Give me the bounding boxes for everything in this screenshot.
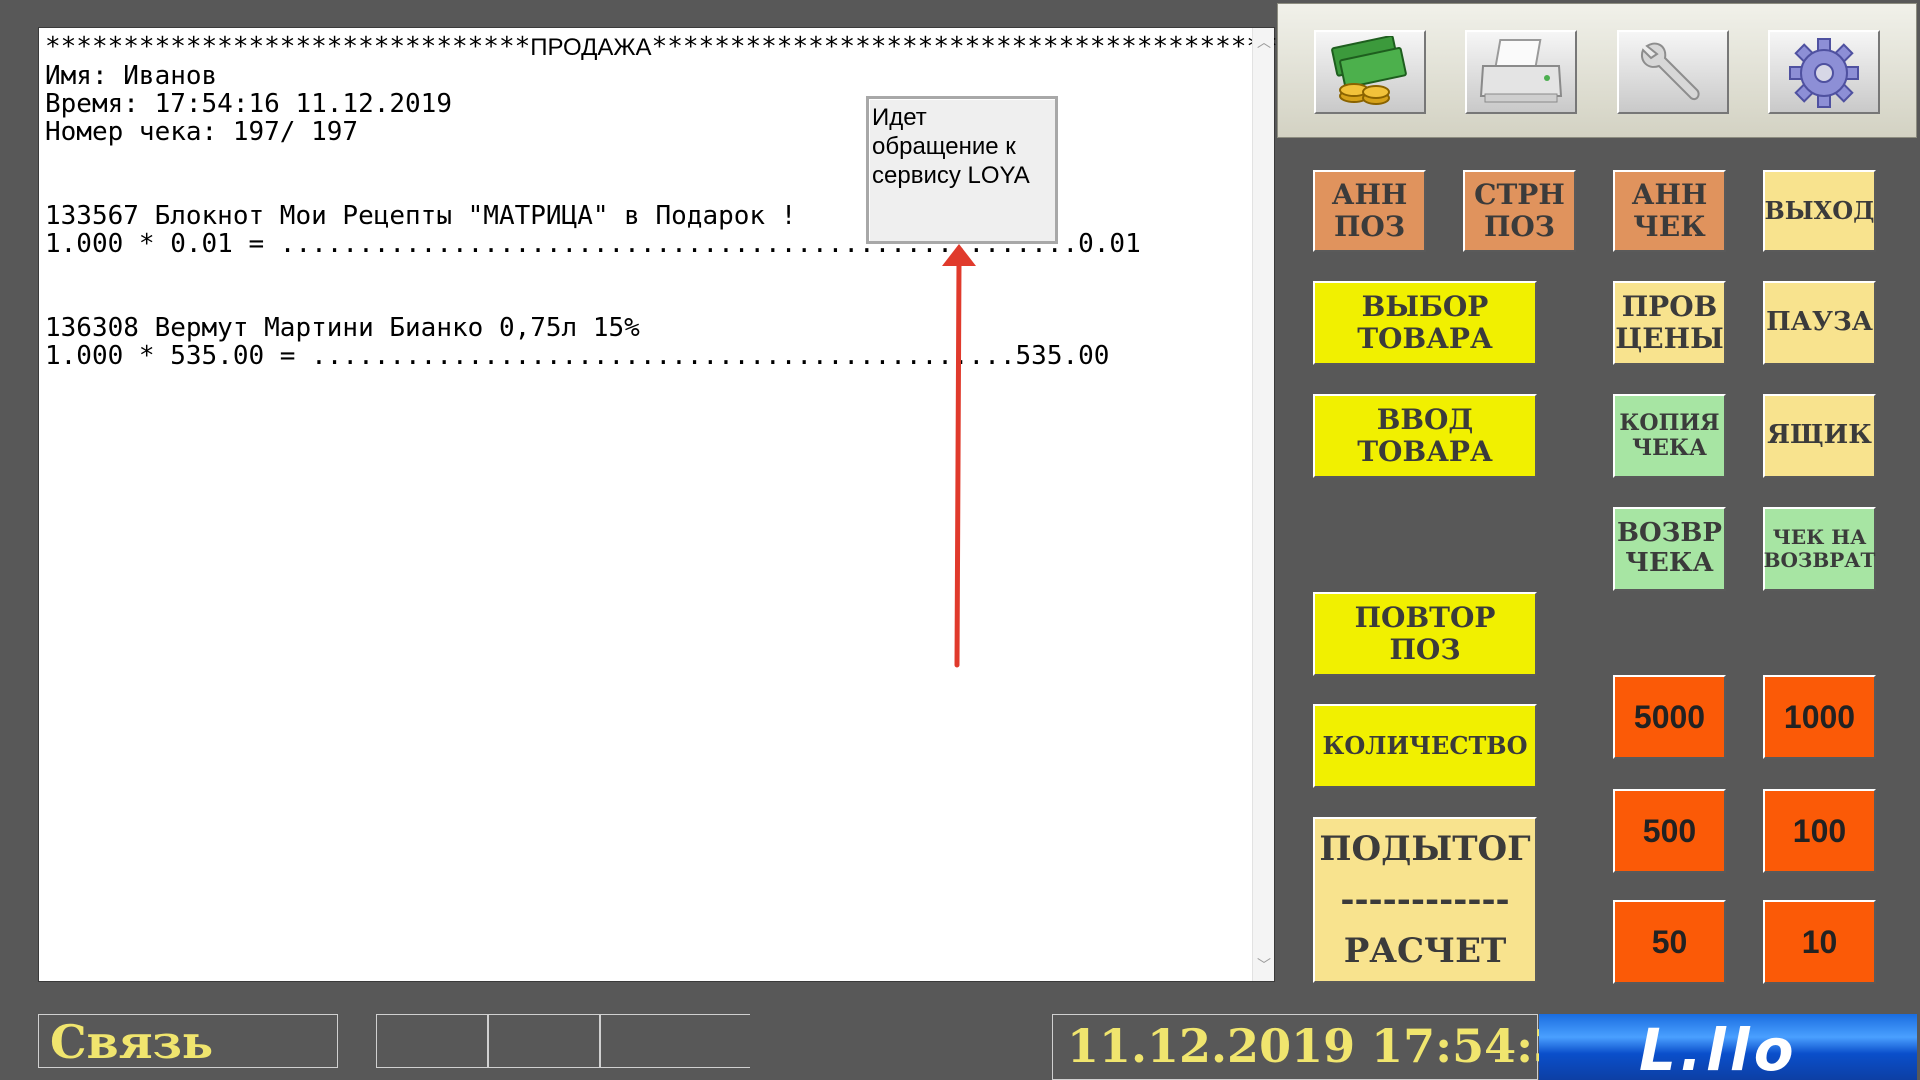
exit-button[interactable]: ВЫХОД [1763, 170, 1876, 252]
refund-receipt-button[interactable]: ЧЕК НА ВОЗВРАТ [1763, 507, 1876, 591]
payment-tool-button[interactable] [1314, 30, 1426, 114]
item-calc: 1.000 * 535.00 = .......................… [45, 341, 1110, 371]
top-toolbar [1277, 3, 1917, 138]
settings-tool-button[interactable] [1768, 30, 1880, 114]
receipt-number: Номер чека: 197/ 197 [45, 117, 359, 147]
return-check-button[interactable]: ВОЗВР ЧЕКА [1613, 507, 1726, 591]
item-title: 136308 Вермут Мартини Бианко 0,75л 15% [45, 313, 640, 343]
item-title: 133567 Блокнот Мои Рецепты "МАТРИЦА" в П… [45, 201, 797, 231]
scroll-up-icon[interactable]: ︿ [1253, 32, 1275, 54]
enter-product-button[interactable]: ВВОД ТОВАРА [1313, 394, 1537, 478]
receipt-time: Время: 17:54:16 11.12.2019 [45, 89, 452, 119]
price-check-button[interactable]: ПРОВ ЦЕНЫ [1613, 281, 1726, 365]
current-datetime: 11.12.2019 17:54:31 [1052, 1014, 1597, 1080]
datetime-value: 11.12.2019 17:54:31 [1067, 1019, 1598, 1073]
cancel-check-button[interactable]: АНН ЧЕК [1613, 170, 1726, 252]
receipt-title: ПРОДАЖА [530, 34, 652, 61]
storno-position-button[interactable]: СТРН ПОЗ [1463, 170, 1576, 252]
connection-status: Связь [38, 1014, 338, 1069]
select-product-button[interactable]: ВЫБОР ТОВАРА [1313, 281, 1537, 365]
denomination-50-button[interactable]: 50 [1613, 900, 1726, 984]
scroll-down-icon[interactable]: ﹀ [1253, 955, 1275, 977]
receipt-header: *******************************ПРОДАЖА**… [45, 33, 1278, 62]
denomination-500-button[interactable]: 500 [1613, 789, 1726, 873]
denomination-5000-button[interactable]: 5000 [1613, 675, 1726, 759]
logo-text: L.llo [1639, 1016, 1798, 1080]
popup-message: Идет обращение к сервису LOYA [872, 104, 1030, 189]
printer-icon [1479, 39, 1563, 103]
gear-icon [1789, 38, 1859, 108]
cancel-position-button[interactable]: АНН ПОЗ [1313, 170, 1426, 252]
item-calc: 1.000 * 0.01 = .........................… [45, 229, 1141, 259]
connection-label: Связь [50, 1015, 214, 1069]
loya-status-popup: Идет обращение к сервису LOYA [866, 96, 1058, 244]
print-tool-button[interactable] [1465, 30, 1577, 114]
service-tool-button[interactable] [1617, 30, 1729, 114]
cash-drawer-button[interactable]: ЯЩИК [1763, 394, 1876, 478]
subtotal-payment-button[interactable]: ПОДЫТОГ ------------ РАСЧЕТ [1313, 817, 1537, 983]
header-stars-left: ******************************* [45, 32, 531, 62]
receipt-panel: *******************************ПРОДАЖА**… [38, 27, 1278, 982]
header-stars-right: **************************************** [651, 32, 1278, 62]
money-icon [1331, 36, 1407, 105]
repeat-position-button[interactable]: ПОВТОР ПОЗ [1313, 592, 1537, 676]
receipt-scrollbar[interactable]: ︿ ﹀ [1252, 28, 1274, 981]
denomination-10-button[interactable]: 10 [1763, 900, 1876, 984]
denomination-100-button[interactable]: 100 [1763, 789, 1876, 873]
status-cell-3 [600, 1014, 750, 1068]
vendor-logo: L.llo [1539, 1014, 1917, 1080]
status-cell-1 [376, 1014, 488, 1068]
receipt-copy-button[interactable]: КОПИЯ ЧЕКА [1613, 394, 1726, 478]
cashier-name: Имя: Иванов [45, 61, 218, 91]
denomination-1000-button[interactable]: 1000 [1763, 675, 1876, 759]
quantity-button[interactable]: КОЛИЧЕСТВО [1313, 704, 1537, 788]
receipt-text: *******************************ПРОДАЖА**… [45, 33, 1278, 370]
wrench-icon [1641, 42, 1700, 100]
status-cell-2 [488, 1014, 600, 1068]
pause-button[interactable]: ПАУЗА [1763, 281, 1876, 365]
